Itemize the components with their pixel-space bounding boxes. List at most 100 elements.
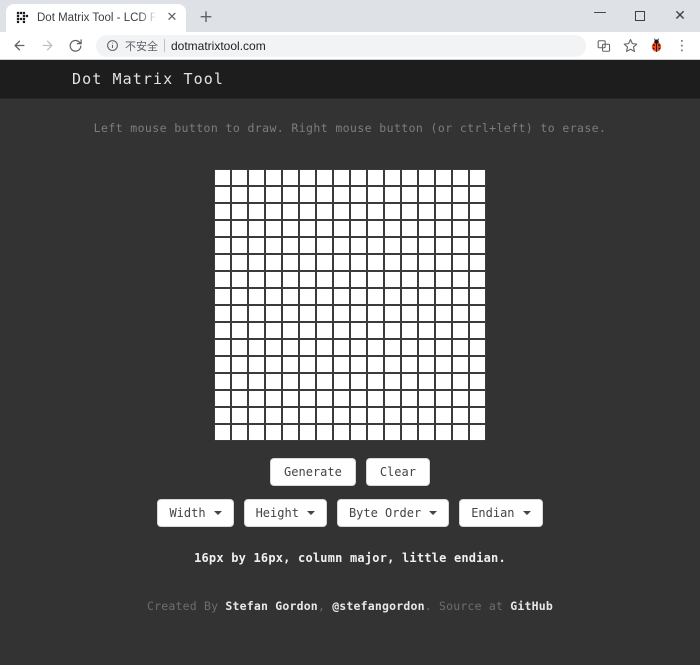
matrix-cell[interactable] [266, 340, 281, 355]
matrix-cell[interactable] [402, 408, 417, 423]
matrix-cell[interactable] [419, 289, 434, 304]
matrix-cell[interactable] [283, 272, 298, 287]
matrix-cell[interactable] [317, 306, 332, 321]
matrix-cell[interactable] [215, 306, 230, 321]
matrix-cell[interactable] [266, 323, 281, 338]
matrix-cell[interactable] [385, 408, 400, 423]
matrix-cell[interactable] [232, 204, 247, 219]
matrix-cell[interactable] [436, 187, 451, 202]
matrix-cell[interactable] [249, 204, 264, 219]
matrix-cell[interactable] [470, 289, 485, 304]
matrix-cell[interactable] [317, 255, 332, 270]
matrix-cell[interactable] [334, 238, 349, 253]
matrix-cell[interactable] [436, 425, 451, 440]
matrix-cell[interactable] [385, 289, 400, 304]
matrix-cell[interactable] [266, 255, 281, 270]
matrix-cell[interactable] [368, 187, 383, 202]
github-link[interactable]: GitHub [510, 599, 553, 613]
matrix-cell[interactable] [317, 187, 332, 202]
matrix-cell[interactable] [300, 306, 315, 321]
matrix-cell[interactable] [317, 374, 332, 389]
matrix-cell[interactable] [419, 391, 434, 406]
browser-menu-button[interactable]: ⋮ [670, 34, 694, 58]
matrix-cell[interactable] [436, 238, 451, 253]
matrix-cell[interactable] [249, 374, 264, 389]
matrix-cell[interactable] [453, 425, 468, 440]
matrix-cell[interactable] [317, 408, 332, 423]
matrix-cell[interactable] [215, 340, 230, 355]
matrix-cell[interactable] [283, 204, 298, 219]
back-button[interactable] [6, 34, 32, 58]
matrix-cell[interactable] [368, 408, 383, 423]
matrix-cell[interactable] [334, 221, 349, 236]
matrix-cell[interactable] [300, 170, 315, 185]
forward-button[interactable] [34, 34, 60, 58]
matrix-cell[interactable] [334, 408, 349, 423]
matrix-cell[interactable] [300, 408, 315, 423]
matrix-cell[interactable] [470, 221, 485, 236]
matrix-cell[interactable] [351, 340, 366, 355]
matrix-cell[interactable] [368, 238, 383, 253]
matrix-cell[interactable] [419, 238, 434, 253]
matrix-cell[interactable] [317, 425, 332, 440]
page-title[interactable]: Dot Matrix Tool [72, 70, 224, 88]
matrix-cell[interactable] [436, 170, 451, 185]
matrix-cell[interactable] [232, 306, 247, 321]
matrix-cell[interactable] [283, 221, 298, 236]
height-dropdown[interactable]: Height [244, 499, 327, 527]
matrix-cell[interactable] [351, 357, 366, 372]
matrix-cell[interactable] [232, 221, 247, 236]
matrix-cell[interactable] [385, 204, 400, 219]
matrix-cell[interactable] [385, 272, 400, 287]
matrix-cell[interactable] [334, 272, 349, 287]
matrix-cell[interactable] [368, 340, 383, 355]
matrix-cell[interactable] [419, 357, 434, 372]
bookmark-button[interactable] [618, 34, 642, 58]
author-link[interactable]: Stefan Gordon [225, 599, 318, 613]
matrix-cell[interactable] [300, 221, 315, 236]
matrix-cell[interactable] [436, 323, 451, 338]
matrix-cell[interactable] [317, 289, 332, 304]
matrix-cell[interactable] [419, 187, 434, 202]
matrix-cell[interactable] [385, 306, 400, 321]
matrix-cell[interactable] [351, 204, 366, 219]
matrix-cell[interactable] [283, 306, 298, 321]
matrix-cell[interactable] [266, 272, 281, 287]
translate-button[interactable] [592, 34, 616, 58]
matrix-cell[interactable] [402, 221, 417, 236]
matrix-cell[interactable] [368, 425, 383, 440]
matrix-cell[interactable] [385, 391, 400, 406]
tab-close-icon[interactable]: ✕ [164, 10, 180, 26]
generate-button[interactable]: Generate [270, 458, 356, 486]
extension-button[interactable] [644, 34, 668, 58]
matrix-cell[interactable] [368, 272, 383, 287]
address-bar[interactable]: 不安全 dotmatrixtool.com [96, 35, 586, 57]
matrix-cell[interactable] [334, 323, 349, 338]
matrix-cell[interactable] [402, 204, 417, 219]
matrix-cell[interactable] [215, 391, 230, 406]
matrix-cell[interactable] [215, 323, 230, 338]
matrix-cell[interactable] [317, 272, 332, 287]
matrix-cell[interactable] [470, 323, 485, 338]
matrix-cell[interactable] [215, 357, 230, 372]
matrix-cell[interactable] [249, 306, 264, 321]
matrix-cell[interactable] [266, 374, 281, 389]
dot-matrix-grid[interactable] [214, 169, 486, 441]
matrix-cell[interactable] [283, 374, 298, 389]
matrix-cell[interactable] [266, 357, 281, 372]
matrix-cell[interactable] [470, 425, 485, 440]
matrix-cell[interactable] [436, 272, 451, 287]
matrix-cell[interactable] [283, 323, 298, 338]
matrix-cell[interactable] [402, 289, 417, 304]
matrix-cell[interactable] [266, 425, 281, 440]
matrix-cell[interactable] [215, 170, 230, 185]
matrix-cell[interactable] [249, 289, 264, 304]
matrix-cell[interactable] [215, 255, 230, 270]
matrix-cell[interactable] [470, 340, 485, 355]
matrix-cell[interactable] [453, 374, 468, 389]
matrix-cell[interactable] [436, 255, 451, 270]
matrix-cell[interactable] [385, 170, 400, 185]
matrix-cell[interactable] [470, 170, 485, 185]
matrix-cell[interactable] [419, 170, 434, 185]
matrix-cell[interactable] [232, 255, 247, 270]
